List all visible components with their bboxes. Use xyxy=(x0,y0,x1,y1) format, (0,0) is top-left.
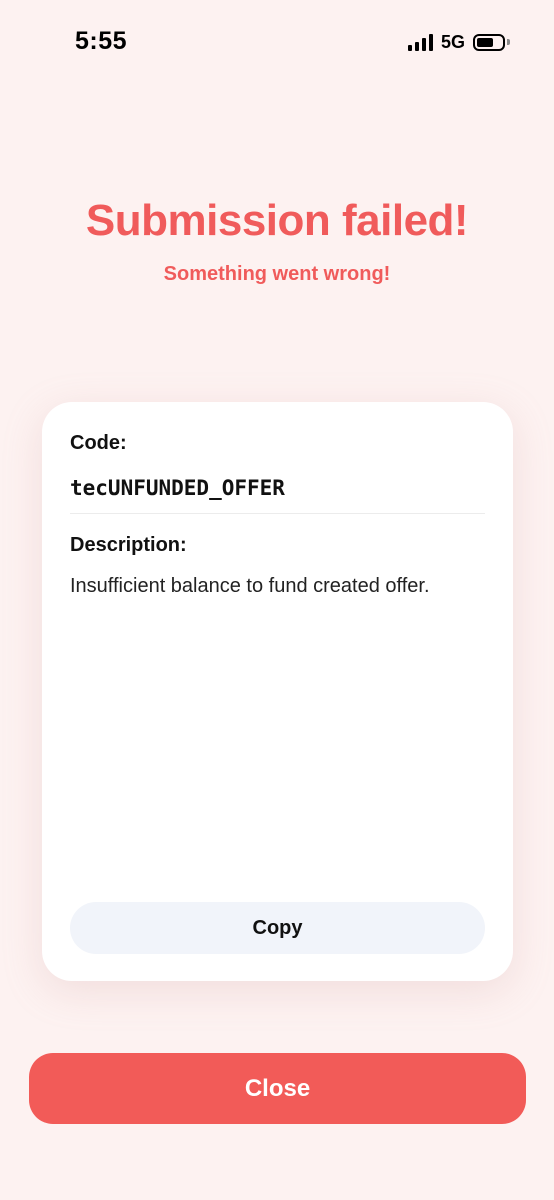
copy-button[interactable]: Copy xyxy=(70,902,485,954)
divider xyxy=(70,513,485,514)
close-button[interactable]: Close xyxy=(29,1053,526,1124)
page-title: Submission failed! xyxy=(85,196,469,245)
status-time: 5:55 xyxy=(75,27,128,55)
code-label: Code: xyxy=(70,432,127,454)
network-type: 5G xyxy=(440,31,465,52)
page-subtitle: Something went wrong! xyxy=(163,263,391,285)
error-screen: 5:55 5G Submission failed! Something wen… xyxy=(0,0,554,1200)
error-code-value: tecUNFUNDED_OFFER xyxy=(70,476,285,500)
battery-icon xyxy=(473,33,510,51)
description-label: Description: xyxy=(70,534,187,556)
status-bar: 5:55 5G xyxy=(0,0,554,84)
status-icons: 5G xyxy=(407,31,510,52)
error-details-card: Code: tecUNFUNDED_OFFER Description: Ins… xyxy=(42,402,513,981)
signal-bars-icon xyxy=(407,33,433,51)
error-description-value: Insufficient balance to fund created off… xyxy=(70,575,430,597)
